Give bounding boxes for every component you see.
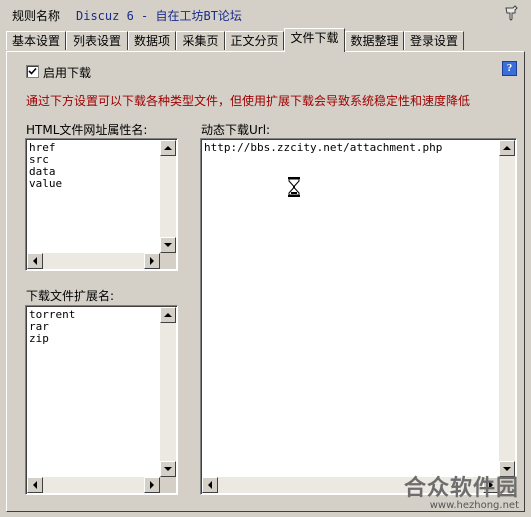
tab-data-items[interactable]: 数据项 (128, 31, 176, 50)
scroll-left-button[interactable] (27, 253, 43, 269)
tab-collect-page[interactable]: 采集页 (176, 31, 225, 50)
pin-icon[interactable] (503, 5, 519, 21)
file-ext-label: 下载文件扩展名: (26, 289, 115, 303)
arrow-right-icon (150, 481, 154, 489)
rule-name-value: Discuz 6 - 自在工坊BT论坛 (76, 9, 242, 23)
html-attr-label: HTML文件网址属性名: (26, 123, 148, 137)
hourglass-cursor-icon (287, 177, 301, 200)
scroll-left-button[interactable] (202, 477, 218, 493)
rule-name-label: 规则名称 (12, 9, 61, 23)
watermark-title: 合众软件园 (403, 476, 519, 501)
horizontal-scrollbar[interactable] (27, 477, 160, 493)
scroll-right-button[interactable] (144, 477, 160, 493)
scroll-right-button[interactable] (144, 253, 160, 269)
file-ext-textarea[interactable]: torrent rar zip (25, 305, 178, 495)
arrow-up-icon (164, 313, 172, 317)
tab-data-cleanup[interactable]: 数据整理 (345, 31, 404, 50)
warning-text: 通过下方设置可以下载各种类型文件，但使用扩展下载会导致系统稳定性和速度降低 (26, 94, 471, 108)
tab-file-download[interactable]: 文件下载 (284, 28, 345, 52)
scroll-corner (160, 477, 176, 493)
help-icon[interactable]: ? (502, 61, 517, 76)
arrow-left-icon (33, 481, 37, 489)
file-ext-text: torrent rar zip (29, 308, 76, 345)
arrow-right-icon (150, 257, 154, 265)
enable-download-label[interactable]: 启用下载 (43, 64, 91, 81)
tab-list-settings[interactable]: 列表设置 (66, 31, 128, 50)
tab-content-paging[interactable]: 正文分页 (225, 31, 284, 50)
scroll-down-button[interactable] (160, 461, 176, 477)
horizontal-scrollbar[interactable] (27, 253, 160, 269)
html-attr-textarea[interactable]: href src data value (25, 138, 178, 271)
watermark: 合众软件园 www.hezhong.net (404, 470, 519, 511)
scroll-up-button[interactable] (499, 140, 515, 156)
scroll-up-button[interactable] (160, 307, 176, 323)
checkmark-icon (28, 67, 37, 75)
tab-login-settings[interactable]: 登录设置 (404, 31, 464, 50)
scroll-up-button[interactable] (160, 140, 176, 156)
scroll-down-button[interactable] (160, 237, 176, 253)
arrow-up-icon (503, 146, 511, 150)
vertical-scrollbar[interactable] (499, 140, 515, 477)
html-attr-text: href src data value (29, 141, 63, 190)
arrow-left-icon (33, 257, 37, 265)
scroll-corner (160, 253, 176, 269)
scroll-left-button[interactable] (27, 477, 43, 493)
arrow-down-icon (164, 243, 172, 247)
arrow-up-icon (164, 146, 172, 150)
vertical-scrollbar[interactable] (160, 307, 176, 477)
arrow-down-icon (164, 467, 172, 471)
dynamic-url-label: 动态下载Url: (201, 123, 271, 137)
tab-basic-settings[interactable]: 基本设置 (6, 31, 66, 50)
enable-download-checkbox[interactable] (26, 65, 39, 78)
dynamic-url-textarea[interactable]: http://bbs.zzcity.net/attachment.php (200, 138, 517, 495)
dynamic-url-text: http://bbs.zzcity.net/attachment.php (204, 141, 443, 154)
arrow-left-icon (208, 481, 212, 489)
